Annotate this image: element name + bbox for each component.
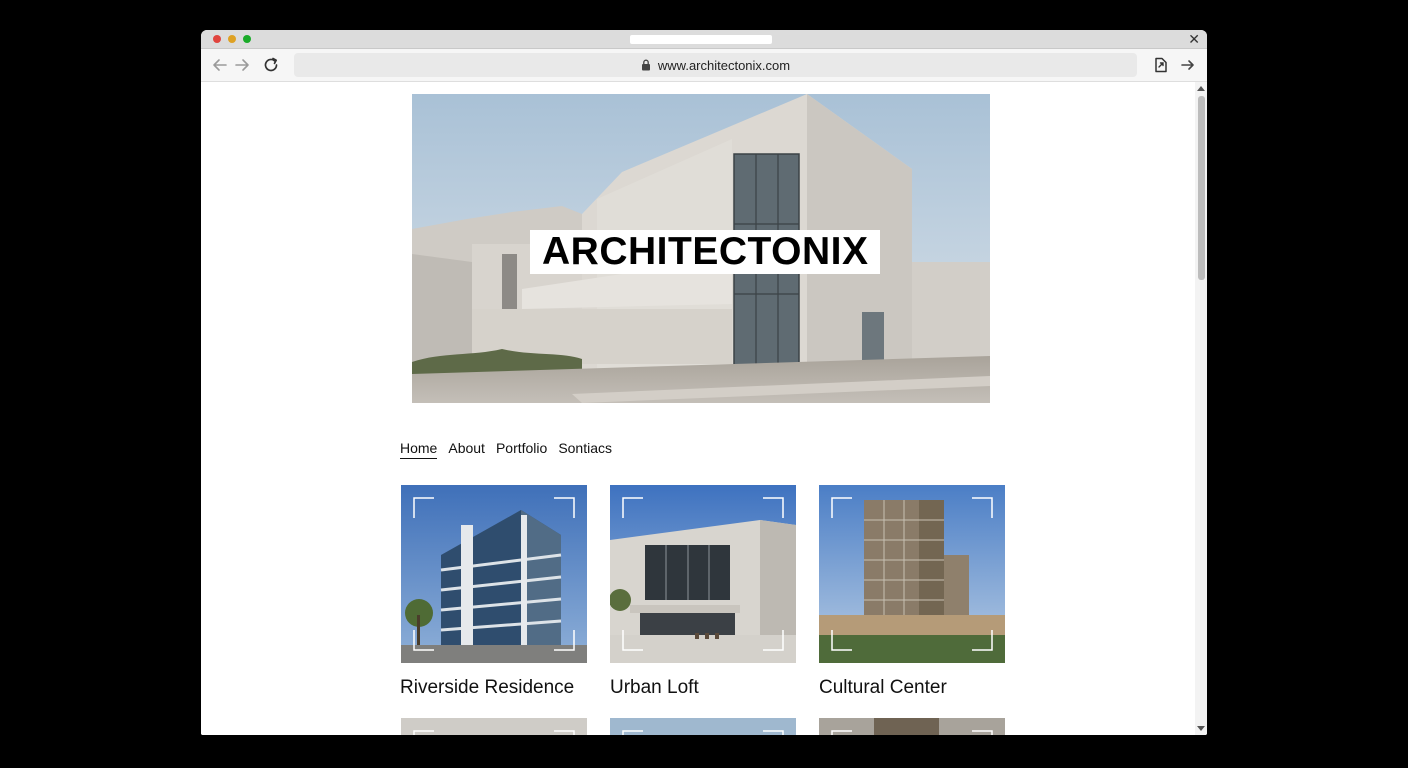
project-card-urban-loft[interactable] <box>610 485 796 663</box>
lock-icon <box>641 59 650 71</box>
scroll-thumb[interactable] <box>1198 96 1205 280</box>
page-viewport: ARCHITECTONIX Home About Portfolio Sonti… <box>201 82 1195 735</box>
close-window-button[interactable] <box>213 35 221 43</box>
address-bar[interactable]: www.architectonix.com <box>294 53 1137 77</box>
share-icon[interactable] <box>1151 55 1171 75</box>
browser-toolbar: www.architectonix.com <box>201 49 1207 82</box>
back-arrow-icon[interactable] <box>210 55 230 75</box>
vertical-scrollbar[interactable] <box>1195 82 1207 735</box>
url-text: www.architectonix.com <box>657 57 791 73</box>
scroll-up-icon[interactable] <box>1197 86 1205 91</box>
nav-portfolio[interactable]: Portfolio <box>496 440 547 459</box>
project-card-riverside-residence[interactable] <box>401 485 587 663</box>
browser-window: ✕ www.architectonix.com ARCHITECTONIX Ho… <box>201 30 1207 735</box>
project-title[interactable]: Urban Loft <box>610 677 699 699</box>
project-image <box>819 485 1005 663</box>
project-card-peek[interactable] <box>819 718 1005 735</box>
tab-indicator[interactable] <box>630 35 772 44</box>
nav-sontiacs[interactable]: Sontiacs <box>558 440 612 459</box>
project-card-cultural-center[interactable] <box>819 485 1005 663</box>
project-image <box>401 485 587 663</box>
reload-icon[interactable] <box>261 55 281 75</box>
project-title[interactable]: Riverside Residence <box>400 677 574 699</box>
project-card-peek[interactable] <box>610 718 796 735</box>
minimize-window-button[interactable] <box>228 35 236 43</box>
scroll-down-icon[interactable] <box>1197 726 1205 731</box>
project-card-peek[interactable] <box>401 718 587 735</box>
forward-arrow-icon[interactable] <box>232 55 252 75</box>
maximize-window-button[interactable] <box>243 35 251 43</box>
site-title: ARCHITECTONIX <box>530 230 881 274</box>
main-nav: Home About Portfolio Sontiacs <box>400 440 623 459</box>
project-image <box>610 485 796 663</box>
forward-icon[interactable] <box>1178 55 1198 75</box>
close-icon[interactable]: ✕ <box>1188 31 1200 47</box>
nav-about[interactable]: About <box>448 440 485 459</box>
project-title[interactable]: Cultural Center <box>819 677 947 699</box>
title-bar: ✕ <box>201 30 1207 49</box>
nav-home[interactable]: Home <box>400 440 438 459</box>
